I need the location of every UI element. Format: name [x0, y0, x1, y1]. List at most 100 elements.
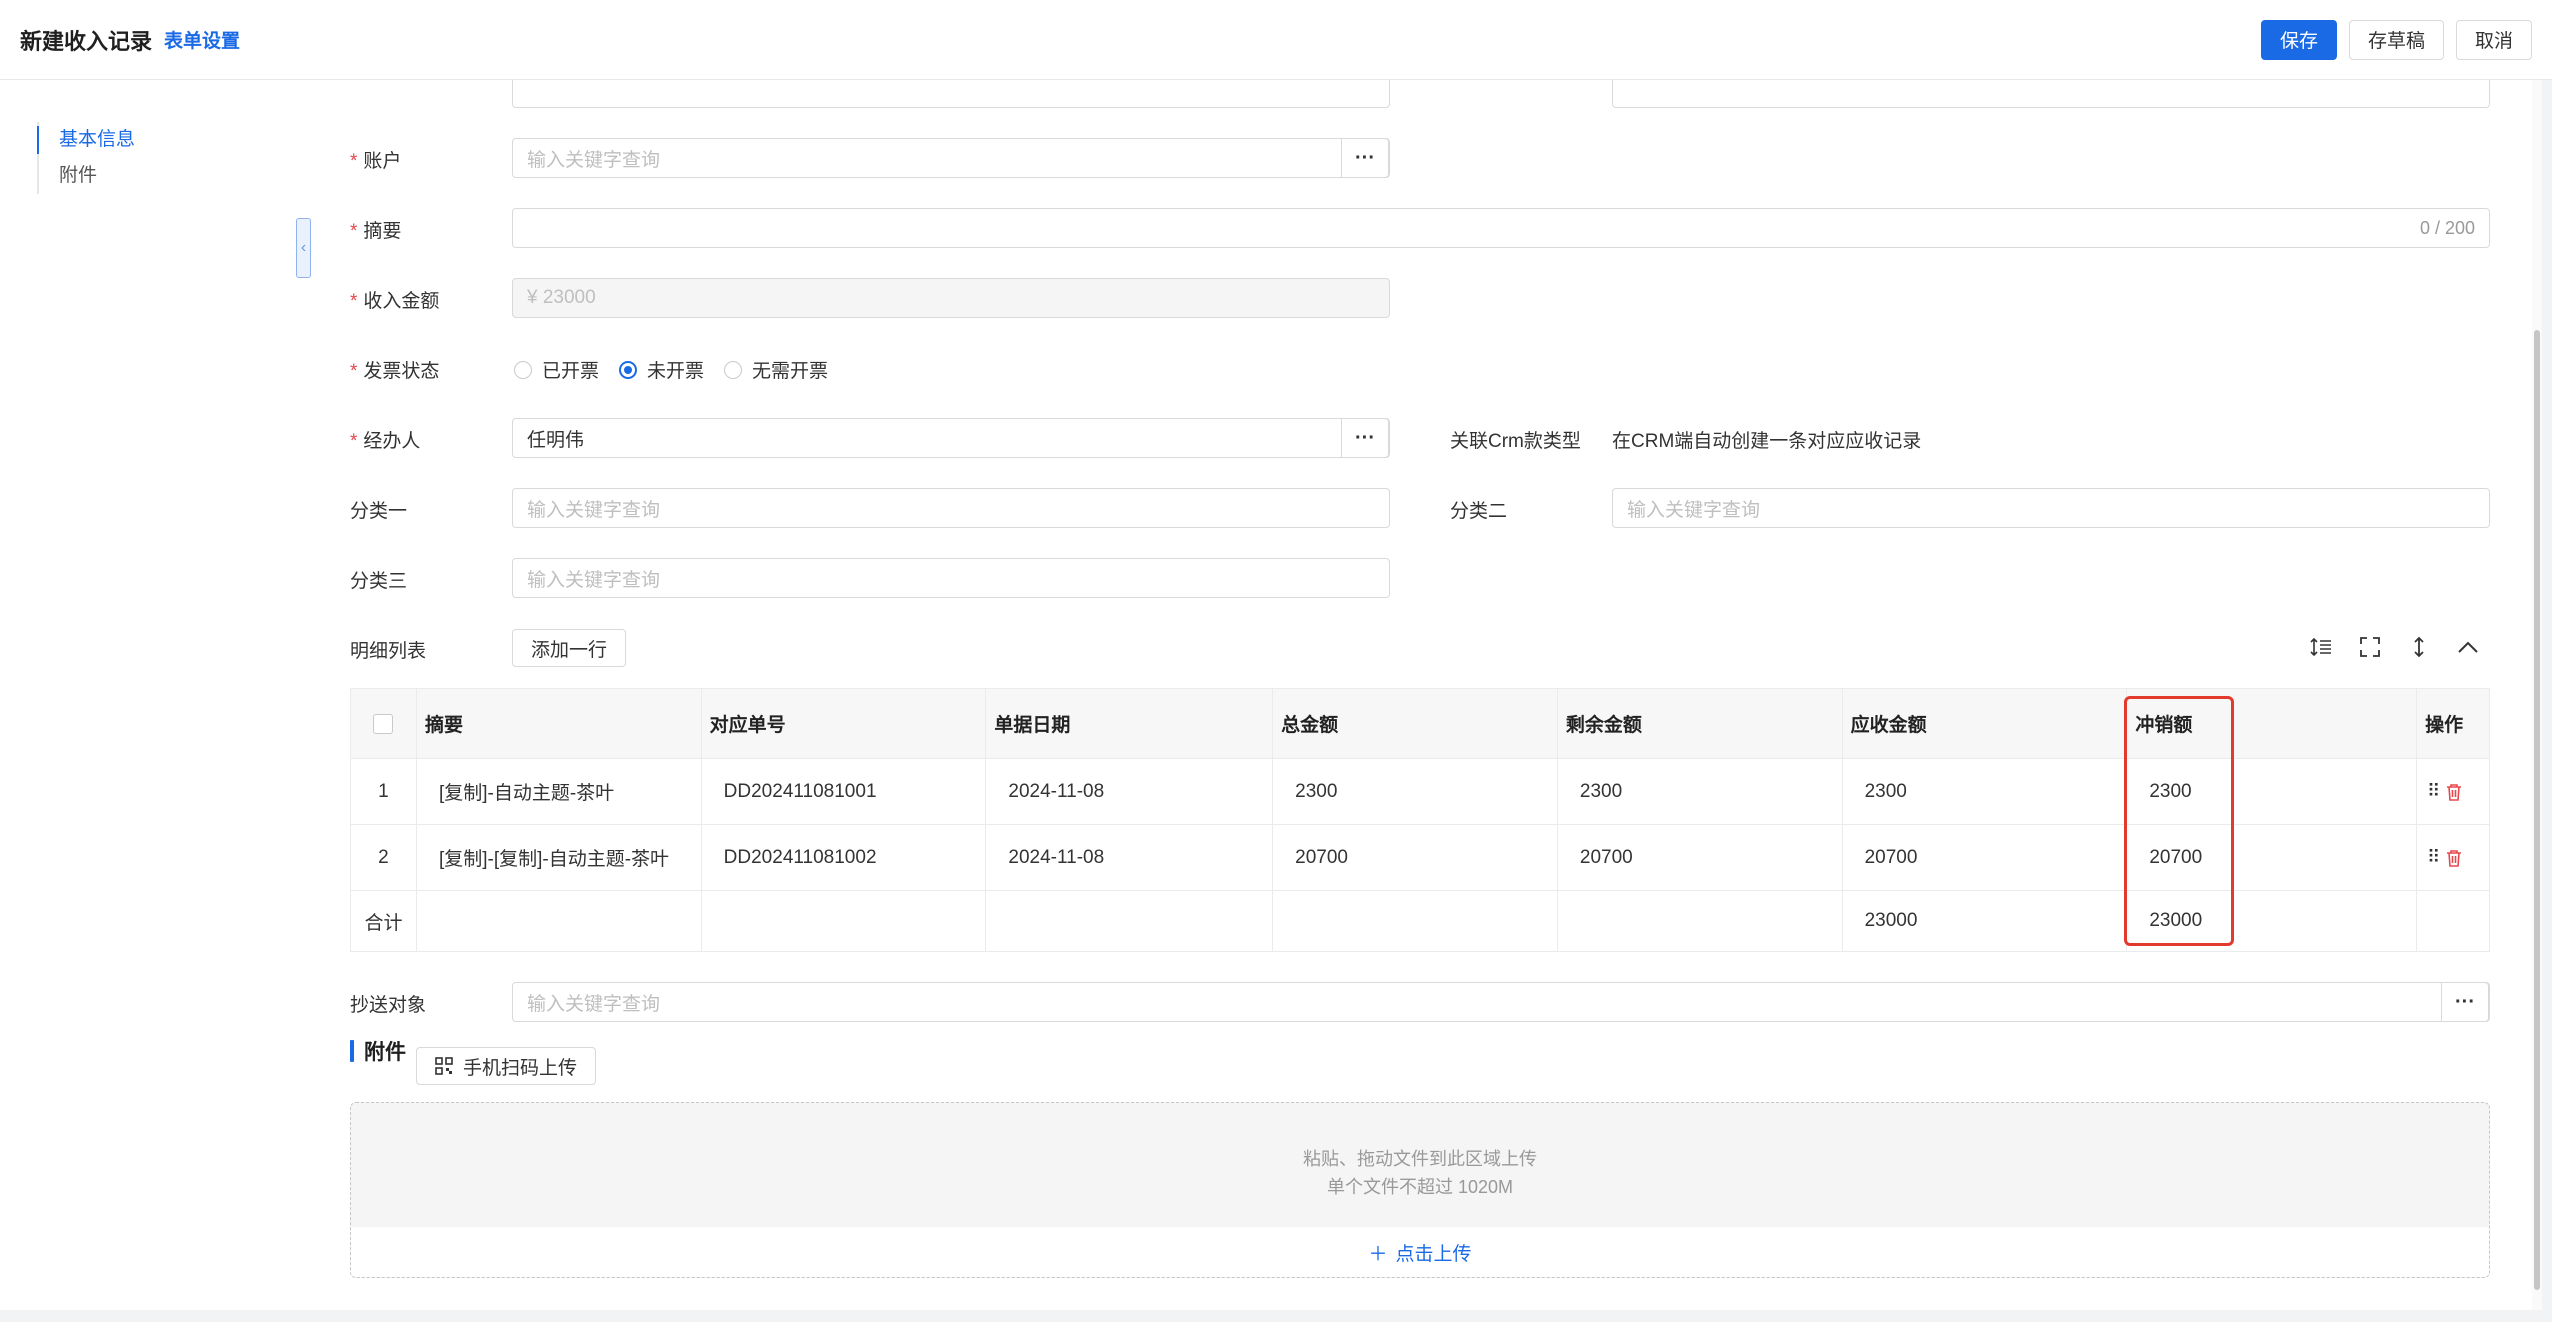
summary-counter: 0 / 200 — [2419, 217, 2475, 238]
trash-icon[interactable] — [2446, 849, 2462, 867]
form-settings-link[interactable]: 表单设置 — [164, 26, 240, 53]
select-all-checkbox[interactable] — [373, 713, 394, 734]
summary-input[interactable]: 0 / 200 — [512, 208, 2490, 248]
row-remaining[interactable]: 2300 — [1558, 759, 1843, 824]
invoice-status-label: * 发票状态 — [350, 361, 440, 382]
plus-icon: ＋ — [1368, 1243, 1388, 1265]
section-accent-bar — [350, 1040, 354, 1062]
category2-input[interactable]: 输入关键字查询 — [1612, 488, 2490, 528]
file-drop-zone[interactable]: 粘贴、拖动文件到此区域上传 单个文件不超过 1020M ＋ 点击上传 — [350, 1102, 2490, 1278]
account-input[interactable]: 输入关键字查询 ··· — [512, 138, 1390, 178]
total-empty-cell — [1558, 891, 1843, 951]
section-nav-list: 基本信息 附件 — [36, 122, 135, 194]
row-index: 2 — [351, 825, 417, 890]
drop-hint: 粘贴、拖动文件到此区域上传 — [1303, 1149, 1537, 1169]
total-empty-cell — [702, 891, 987, 951]
total-empty-cell — [986, 891, 1274, 951]
row-remaining[interactable]: 20700 — [1558, 825, 1843, 890]
header-actions: 保存 存草稿 取消 — [2260, 19, 2532, 60]
account-more-button[interactable]: ··· — [1341, 138, 1389, 178]
row-order-number[interactable]: DD202411081002 — [702, 825, 987, 890]
row-index: 1 — [351, 759, 417, 824]
fullscreen-icon[interactable] — [2355, 632, 2385, 662]
select-all-cell — [351, 689, 417, 758]
radio-no-invoice-needed[interactable]: 无需开票 — [724, 356, 828, 383]
header-total-amount: 总金额 — [1273, 689, 1558, 758]
total-empty-cell — [417, 891, 702, 951]
summary-label: * 摘要 — [350, 221, 402, 242]
scrollbar-thumb[interactable] — [2534, 330, 2540, 1290]
top-bar: 新建收入记录 表单设置 保存 存草稿 取消 — [0, 0, 2552, 80]
row-receivable[interactable]: 20700 — [1843, 825, 2128, 890]
amount-input: ¥ 23000 — [512, 278, 1390, 318]
category3-input[interactable]: 输入关键字查询 — [512, 558, 1390, 598]
add-row-button[interactable]: 添加一行 — [512, 629, 627, 667]
handler-more-button[interactable]: ··· — [1341, 418, 1389, 458]
drag-handle-icon[interactable]: ⠿ — [2427, 781, 2440, 802]
row-summary[interactable]: [复制]-[复制]-自动主题-茶叶 — [417, 825, 702, 890]
category1-input[interactable]: 输入关键字查询 — [512, 488, 1390, 528]
save-draft-button[interactable]: 存草稿 — [2348, 19, 2444, 60]
form-main: * 账户 输入关键字查询 ··· * 摘要 0 / 200 * 收入金额 ¥ 2300… — [310, 80, 2542, 1310]
nav-item-attachments[interactable]: 附件 — [39, 158, 135, 194]
crm-type-value: 在CRM端自动创建一条对应应收记录 — [1612, 431, 1922, 452]
cc-more-button[interactable]: ··· — [2441, 982, 2489, 1022]
cc-label: 抄送对象 — [350, 995, 427, 1016]
row-date[interactable]: 2024-11-08 — [986, 825, 1274, 890]
radio-not-invoiced[interactable]: 未开票 — [619, 356, 704, 383]
qr-code-icon — [435, 1057, 453, 1075]
row-order-number[interactable]: DD202411081001 — [702, 759, 987, 824]
click-upload-button[interactable]: ＋ 点击上传 — [351, 1227, 2489, 1277]
expand-vertical-icon[interactable] — [2404, 632, 2434, 662]
cancel-button[interactable]: 取消 — [2455, 19, 2532, 60]
more-dots-icon: ··· — [1355, 426, 1375, 449]
header-remaining-amount: 剩余金额 — [1558, 689, 1843, 758]
table-row: 2 [复制]-[复制]-自动主题-茶叶 DD202411081002 2024-… — [351, 825, 2489, 891]
detail-list-label: 明细列表 — [350, 641, 427, 662]
category3-label: 分类三 — [350, 571, 408, 592]
row-height-icon[interactable] — [2306, 632, 2336, 662]
size-hint: 单个文件不超过 1020M — [1326, 1177, 1514, 1197]
handler-input[interactable]: 任明伟 ··· — [512, 418, 1390, 458]
row-receivable[interactable]: 2300 — [1843, 759, 2128, 824]
header-actions: 操作 — [2425, 715, 2464, 736]
nav-item-basic-info[interactable]: 基本信息 — [36, 122, 135, 158]
table-header: 摘要 对应单号 单据日期 总金额 剩余金额 应收金额 冲销额 操作 — [351, 689, 2489, 759]
save-button[interactable]: 保存 — [2260, 19, 2337, 60]
detail-table: 摘要 对应单号 单据日期 总金额 剩余金额 应收金额 冲销额 操作 1 [复制]… — [350, 688, 2490, 952]
row-summary[interactable]: [复制]-自动主题-茶叶 — [417, 759, 702, 824]
total-receivable: 23000 — [1843, 891, 2128, 951]
header-summary: 摘要 — [417, 689, 702, 758]
category2-label: 分类二 — [1450, 501, 1508, 522]
header-writeoff-amount: 冲销额 — [2127, 689, 2418, 758]
chevron-up-icon[interactable] — [2453, 632, 2483, 662]
table-total-row: 合计 23000 23000 — [351, 891, 2489, 951]
attachments-section-title: 附件 — [350, 1036, 406, 1066]
more-dots-icon: ··· — [2455, 990, 2475, 1013]
section-nav: 基本信息 附件 — [0, 80, 310, 1310]
total-empty-cell — [2417, 891, 2489, 951]
trash-icon[interactable] — [2446, 783, 2462, 801]
chevron-left-icon: ‹ — [300, 239, 307, 256]
row-writeoff[interactable]: 20700 — [2127, 825, 2418, 890]
header-receivable-amount: 应收金额 — [1843, 689, 2128, 758]
handler-label: * 经办人 — [350, 431, 421, 452]
date-field[interactable] — [1612, 80, 2490, 108]
row-actions: ⠿ — [2417, 759, 2489, 824]
row-writeoff[interactable]: 2300 — [2127, 759, 2418, 824]
cc-input[interactable]: 输入关键字查询 ··· — [512, 982, 2490, 1022]
total-label: 合计 — [351, 891, 417, 951]
more-dots-icon: ··· — [1355, 146, 1375, 169]
category1-label: 分类一 — [350, 501, 408, 522]
collapse-nav-handle[interactable]: ‹ — [296, 218, 311, 278]
row-total[interactable]: 2300 — [1273, 759, 1558, 824]
document-number-field[interactable] — [512, 80, 1390, 108]
scrollbar-track[interactable] — [2532, 80, 2542, 1310]
row-total[interactable]: 20700 — [1273, 825, 1558, 890]
drag-handle-icon[interactable]: ⠿ — [2427, 847, 2440, 868]
radio-invoiced[interactable]: 已开票 — [514, 356, 599, 383]
amount-label: * 收入金额 — [350, 291, 440, 312]
row-date[interactable]: 2024-11-08 — [986, 759, 1274, 824]
invoice-status-radio-group: 已开票 未开票 无需开票 — [514, 356, 828, 383]
scan-upload-button[interactable]: 手机扫码上传 — [416, 1047, 597, 1085]
